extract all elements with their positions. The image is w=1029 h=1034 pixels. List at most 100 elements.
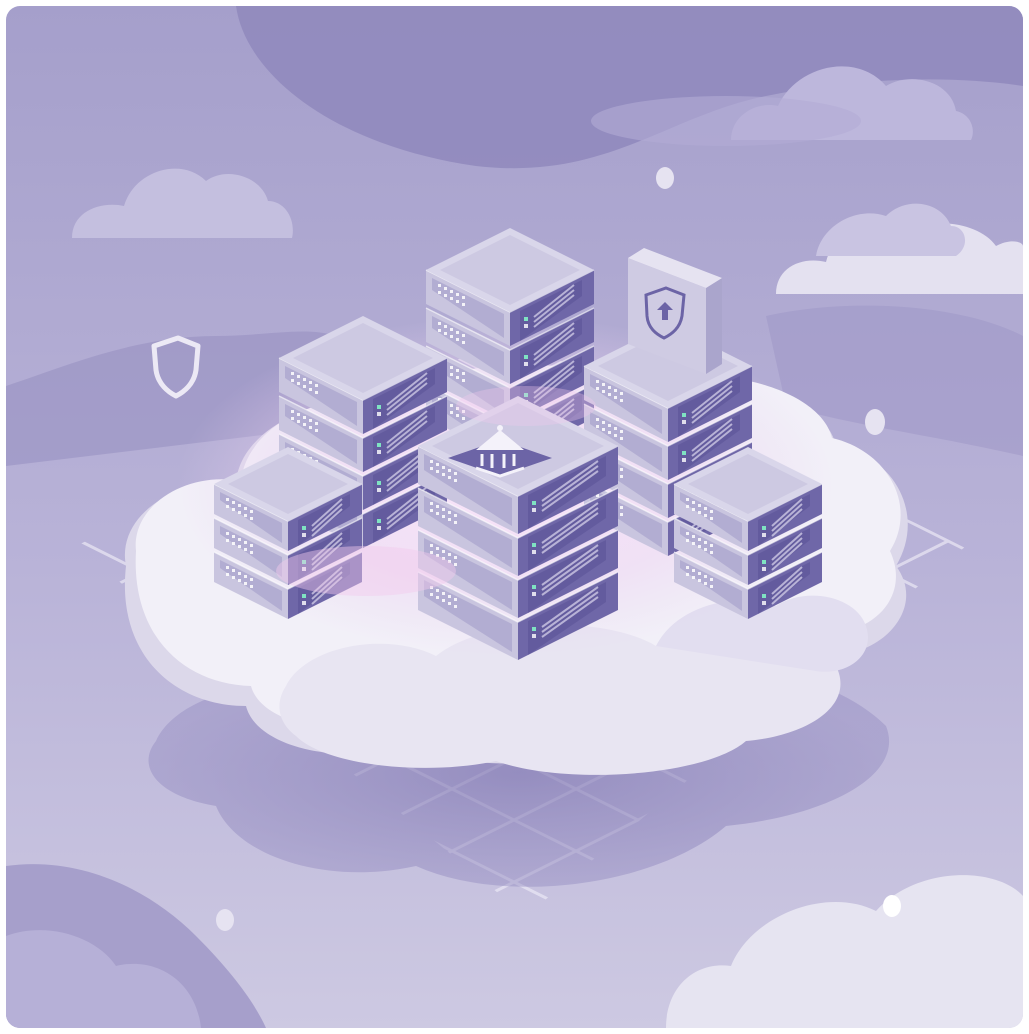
status-led [302,601,306,605]
floating-dot [883,895,901,917]
vent-dot [698,538,701,541]
status-led [532,627,536,631]
vent-dot [448,511,451,514]
vent-dot [436,470,439,473]
server-cloud-illustration [6,6,1023,1028]
vent-dot [596,380,599,383]
vent-dot [297,413,300,416]
vent-dot [244,541,247,544]
vent-dot [620,392,623,395]
vent-dot [430,551,433,554]
illustration-frame [6,6,1023,1028]
vent-dot [704,548,707,551]
vent-dot [438,291,441,294]
vent-dot [608,424,611,427]
vent-dot [232,542,235,545]
vent-dot [608,386,611,389]
vent-dot [614,389,617,392]
vent-dot [244,582,247,585]
vent-dot [454,472,457,475]
vent-dot [238,504,241,507]
vent-dot [250,510,253,513]
vent-dot [596,418,599,421]
vent-dot [250,544,253,547]
vent-dot [442,599,445,602]
vent-dot [430,502,433,505]
vent-dot [456,331,459,334]
vent-dot [450,297,453,300]
status-led [302,526,306,530]
status-led [377,488,381,492]
vent-dot [462,372,465,375]
vent-dot [704,582,707,585]
status-led [532,543,536,547]
vent-dot [692,501,695,504]
status-led [682,420,686,424]
vent-dot [620,399,623,402]
vent-dot [450,335,453,338]
vent-dot [438,284,441,287]
vent-dot [450,404,453,407]
vent-dot [450,411,453,414]
vent-dot [309,388,312,391]
vent-dot [436,589,439,592]
vent-dot [442,508,445,511]
floating-dot [865,409,885,435]
vent-dot [620,468,623,471]
vent-dot [232,508,235,511]
vent-dot [436,512,439,515]
vent-dot [704,514,707,517]
vent-dot [238,545,241,548]
vent-dot [456,338,459,341]
vent-dot [226,539,229,542]
vent-dot [596,387,599,390]
vent-dot [232,576,235,579]
vent-dot [620,506,623,509]
vent-dot [450,290,453,293]
vent-dot [303,378,306,381]
vent-dot [698,579,701,582]
status-led [524,355,528,359]
vent-dot [238,572,241,575]
vent-dot [250,517,253,520]
vent-dot [456,376,459,379]
vent-dot [448,602,451,605]
vent-dot [686,505,689,508]
vent-dot [450,328,453,331]
vent-dot [238,579,241,582]
vent-dot [442,473,445,476]
vent-dot [602,428,605,431]
status-led [524,362,528,366]
vent-dot [436,596,439,599]
vent-dot [238,511,241,514]
vent-dot [614,396,617,399]
status-led [762,533,766,537]
vent-dot [430,467,433,470]
vent-dot [454,479,457,482]
vent-dot [692,542,695,545]
vent-dot [450,366,453,369]
vent-dot [291,417,294,420]
vent-dot [226,532,229,535]
vent-dot [303,385,306,388]
status-led [762,594,766,598]
status-led [532,508,536,512]
vent-dot [250,585,253,588]
vent-dot [436,463,439,466]
status-led [302,533,306,537]
vent-dot [291,410,294,413]
vent-dot [226,566,229,569]
vent-dot [315,391,318,394]
vent-dot [698,545,701,548]
vent-dot [297,382,300,385]
vent-dot [291,379,294,382]
vent-dot [430,460,433,463]
vent-dot [297,420,300,423]
vent-dot [692,508,695,511]
vent-dot [686,566,689,569]
vent-dot [614,427,617,430]
status-led [377,519,381,523]
vent-dot [232,569,235,572]
status-led [762,567,766,571]
vent-dot [448,469,451,472]
